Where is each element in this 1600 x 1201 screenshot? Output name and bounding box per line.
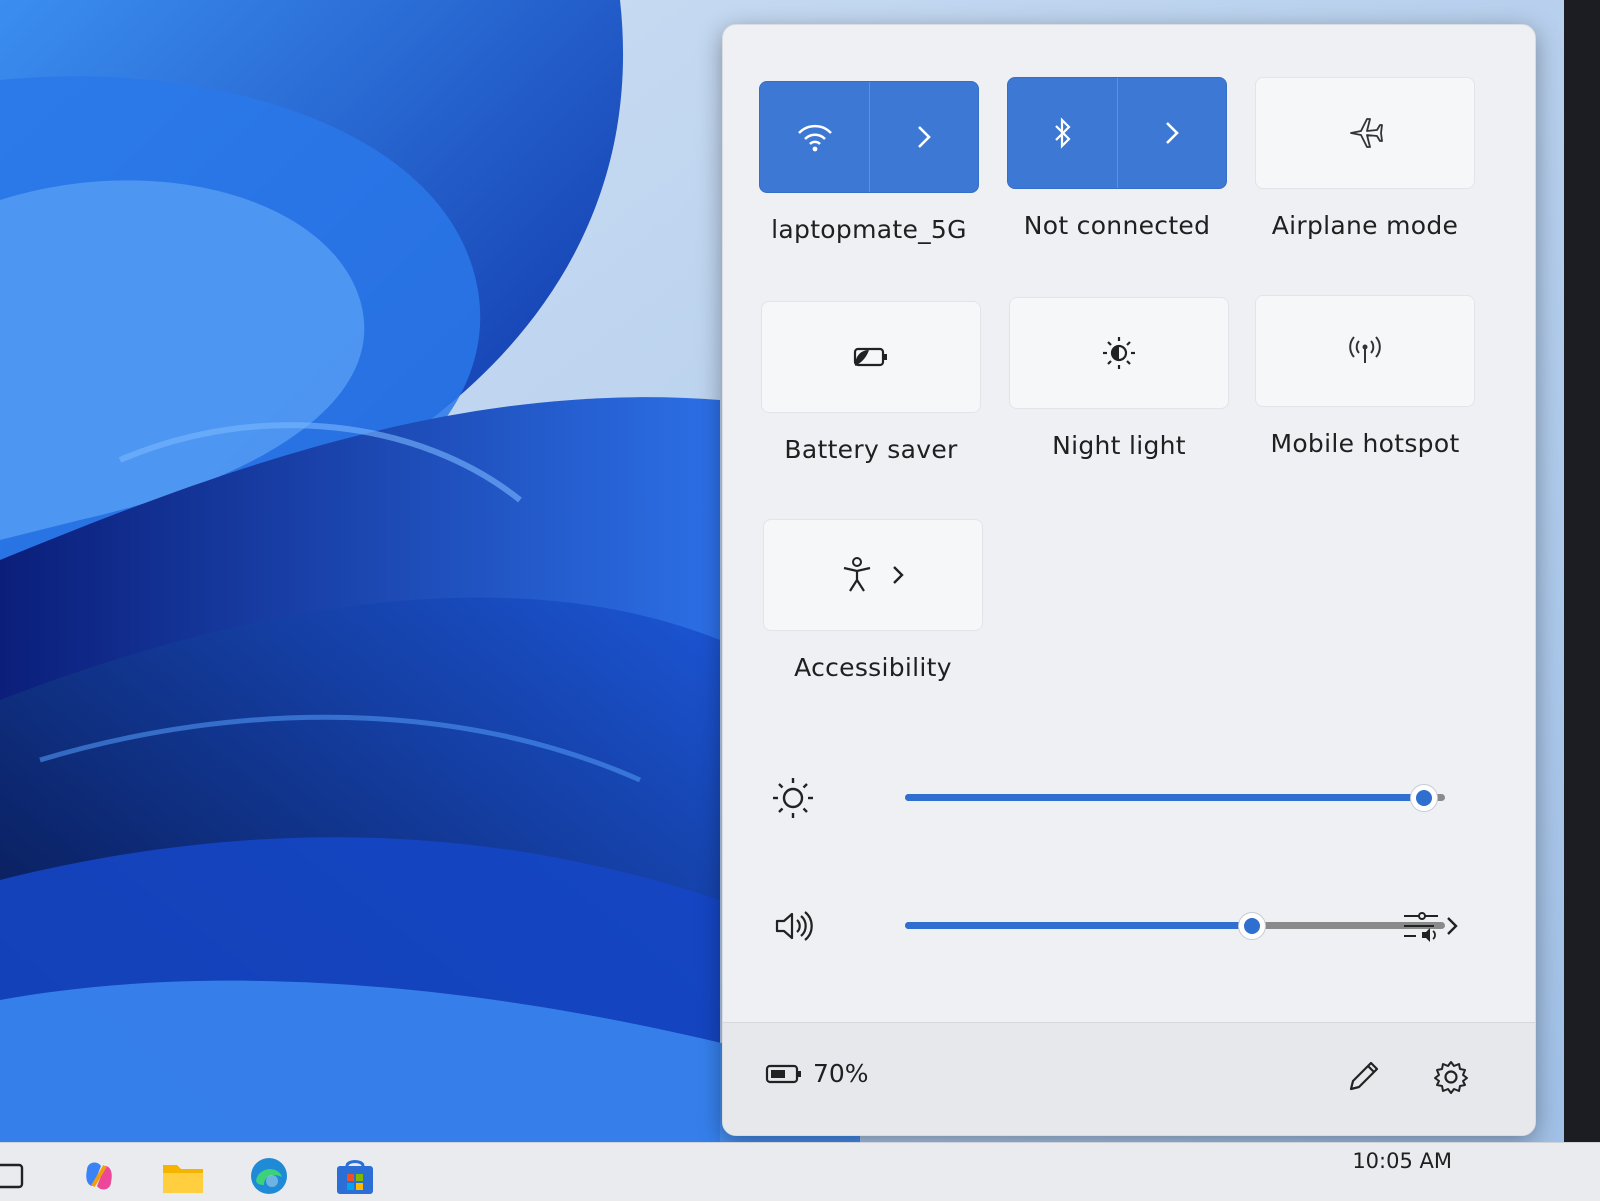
- edit-quick-settings-button[interactable]: [1337, 1051, 1389, 1103]
- battery-saver-icon: [849, 342, 893, 372]
- microsoft-store-icon[interactable]: [330, 1151, 380, 1201]
- accessibility-tile[interactable]: [763, 519, 983, 631]
- volume-slider[interactable]: [905, 912, 1445, 940]
- battery-saver-tile[interactable]: [761, 301, 981, 413]
- task-view-icon[interactable]: [0, 1151, 34, 1201]
- volume-slider-row: [763, 895, 1503, 955]
- wifi-tile[interactable]: [759, 81, 979, 193]
- bluetooth-tile[interactable]: [1007, 77, 1227, 189]
- quick-settings-flyout: laptopmate_5G Not connected Airplane mod…: [722, 24, 1536, 1136]
- accessibility-icon: [840, 555, 874, 595]
- hotspot-tile[interactable]: [1255, 295, 1475, 407]
- wifi-toggle[interactable]: [760, 82, 869, 192]
- night-light-label: Night light: [1052, 431, 1186, 460]
- battery-saver-tile-block: Battery saver: [755, 301, 987, 464]
- file-explorer-icon[interactable]: [158, 1151, 208, 1201]
- copilot-icon[interactable]: [74, 1151, 124, 1201]
- battery-percentage: 70%: [813, 1059, 869, 1088]
- speaker-icon[interactable]: [763, 901, 823, 951]
- airplane-tile[interactable]: [1255, 77, 1475, 189]
- airplane-label: Airplane mode: [1271, 211, 1459, 240]
- night-light-tile-block: Night light: [1003, 297, 1235, 460]
- accessibility-label: Accessibility: [794, 653, 952, 682]
- audio-output-button[interactable]: [1397, 901, 1463, 951]
- screen-bezel: [1564, 0, 1600, 1200]
- hotspot-icon: [1345, 331, 1385, 371]
- brightness-slider-thumb[interactable]: [1410, 784, 1439, 812]
- volume-slider-thumb[interactable]: [1237, 912, 1266, 940]
- airplane-icon: [1345, 113, 1385, 153]
- brightness-slider-row: [763, 767, 1503, 827]
- battery-status[interactable]: 70%: [765, 1059, 869, 1088]
- bluetooth-toggle[interactable]: [1008, 78, 1117, 188]
- pencil-icon: [1343, 1057, 1383, 1097]
- taskbar: 10:05 AM: [0, 1142, 1600, 1201]
- wifi-tile-block: laptopmate_5G: [753, 81, 985, 244]
- brightness-slider[interactable]: [905, 784, 1445, 812]
- night-light-tile[interactable]: [1009, 297, 1229, 409]
- taskbar-clock[interactable]: 10:05 AM: [1352, 1149, 1452, 1173]
- chevron-right-icon: [914, 123, 934, 151]
- gear-icon: [1431, 1057, 1471, 1097]
- audio-output-icon: [1398, 906, 1462, 946]
- battery-saver-label: Battery saver: [784, 435, 958, 464]
- bluetooth-tile-block: Not connected: [1001, 77, 1233, 240]
- bluetooth-icon: [1050, 116, 1076, 150]
- battery-icon: [765, 1062, 803, 1086]
- night-light-icon: [1099, 333, 1139, 373]
- chevron-right-icon: [1162, 119, 1182, 147]
- edge-browser-icon[interactable]: [244, 1151, 294, 1201]
- hotspot-tile-block: Mobile hotspot: [1249, 295, 1481, 458]
- bluetooth-expand-button[interactable]: [1117, 78, 1226, 188]
- volume-slider-fill: [905, 922, 1251, 929]
- bluetooth-label: Not connected: [1023, 211, 1211, 240]
- settings-button[interactable]: [1425, 1051, 1477, 1103]
- brightness-icon: [763, 773, 823, 823]
- brightness-slider-fill: [905, 794, 1424, 801]
- quick-settings-footer: 70%: [723, 1022, 1535, 1135]
- wifi-icon: [795, 121, 835, 153]
- airplane-tile-block: Airplane mode: [1249, 77, 1481, 240]
- hotspot-label: Mobile hotspot: [1270, 429, 1460, 458]
- wifi-label: laptopmate_5G: [771, 215, 967, 244]
- chevron-right-icon[interactable]: [890, 563, 906, 587]
- wifi-expand-button[interactable]: [869, 82, 978, 192]
- accessibility-tile-block: Accessibility: [757, 519, 989, 682]
